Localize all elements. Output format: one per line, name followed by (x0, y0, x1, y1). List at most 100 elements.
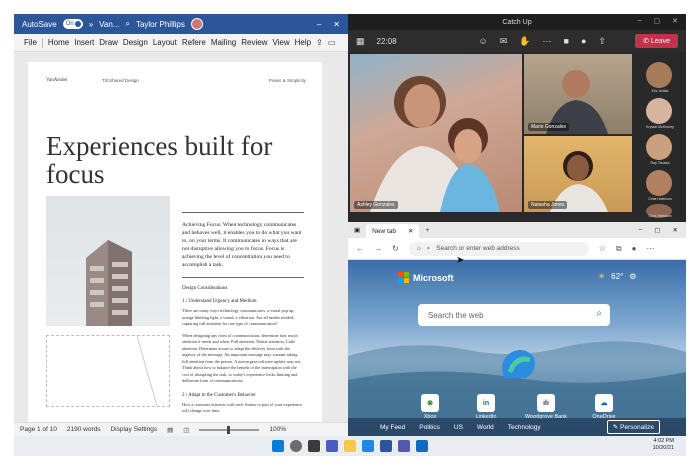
search-icon[interactable] (290, 440, 302, 452)
tab-file[interactable]: File (24, 38, 37, 47)
tab-view[interactable]: View (272, 38, 289, 47)
minimize-icon[interactable]: – (639, 226, 643, 234)
participant-name: Ray Tanaka (650, 161, 670, 165)
participant-name: Cora Harbison (648, 214, 672, 218)
minimize-icon[interactable]: – (317, 20, 321, 29)
search-icon[interactable]: ⌕ (125, 19, 129, 29)
close-icon[interactable]: ✕ (408, 227, 413, 235)
document-page[interactable]: VanArsdel Tilt Shared Design Power & Sim… (28, 62, 322, 422)
word-title-bar: AutoSave On » Van... ⌕ Taylor Phillips –… (14, 14, 348, 34)
teams-icon[interactable] (398, 440, 410, 452)
comments-icon[interactable]: ▭ (328, 38, 336, 47)
feed-tab[interactable]: World (477, 424, 494, 431)
feed-tab[interactable]: Technology (508, 424, 541, 431)
grid-icon[interactable]: ▦ (356, 36, 365, 47)
favorites-icon[interactable]: ☆ (599, 244, 606, 253)
display-settings-button[interactable]: Display Settings (110, 426, 157, 433)
avatar[interactable] (646, 134, 672, 160)
zoom-slider[interactable] (199, 425, 260, 434)
participant-name: Ashley Gonzales (354, 201, 398, 209)
video-tile[interactable]: Natasha Jones (524, 136, 632, 212)
maximize-icon[interactable]: ▢ (654, 226, 660, 234)
zoom-level[interactable]: 100% (269, 426, 286, 433)
refresh-icon[interactable]: ↻ (392, 244, 399, 253)
video-tile[interactable]: Ashley Gonzales (350, 54, 522, 212)
share-screen-icon[interactable]: ⇧ (598, 36, 606, 47)
maximize-icon[interactable]: ▢ (654, 17, 661, 25)
participant-sidebar: Eric Ishida Krystal McKinney Ray Tanaka … (636, 58, 684, 220)
back-icon[interactable]: ← (356, 244, 364, 253)
profile-icon[interactable]: ● (632, 244, 637, 253)
chat-icon[interactable]: ✉ (500, 36, 508, 47)
search-placeholder: Search the web (428, 310, 484, 320)
more-icon[interactable]: ⋯ (543, 36, 552, 47)
more-icon[interactable]: » (89, 20, 93, 29)
feed-tab[interactable]: My Feed (380, 424, 405, 431)
edge-icon[interactable] (362, 440, 374, 452)
add-tab-icon[interactable]: + (425, 227, 429, 234)
start-icon[interactable] (272, 440, 284, 452)
avatar[interactable] (190, 18, 203, 30)
outlook-icon[interactable] (416, 440, 428, 452)
quick-link[interactable]: ⊗ Xbox (410, 394, 450, 420)
document-canvas[interactable]: VanArsdel Tilt Shared Design Power & Sim… (14, 52, 348, 422)
avatar[interactable] (646, 62, 672, 88)
tab-review[interactable]: Review (241, 38, 267, 47)
tab-layout[interactable]: Layout (153, 38, 177, 47)
tab-help[interactable]: Help (295, 38, 311, 47)
camera-icon[interactable]: ■ (564, 36, 569, 46)
tab-references[interactable]: Refere (182, 38, 206, 47)
read-mode-icon[interactable]: ▤ (167, 426, 173, 434)
system-tray[interactable]: 4:02 PM 10/20/21 (653, 438, 674, 452)
word-count[interactable]: 2190 words (67, 426, 101, 433)
tab-new-tab[interactable]: New tab ✕ (366, 224, 420, 238)
video-tile[interactable]: Mario Gonzales (524, 54, 632, 134)
feed-tab[interactable]: Politics (419, 424, 440, 431)
word-icon[interactable] (380, 440, 392, 452)
collections-icon[interactable]: ⧉ (616, 244, 622, 254)
section-heading: 1 / Understand Urgency and Medium (182, 299, 257, 304)
search-icon[interactable]: ⌕ (596, 308, 602, 319)
personalize-button[interactable]: ✎ Personalize (606, 420, 660, 434)
forward-icon[interactable]: → (374, 244, 382, 253)
widgets-icon[interactable] (326, 440, 338, 452)
weather-widget[interactable]: ☀ 62° ⚙ (598, 272, 636, 281)
settings-icon[interactable]: ⚙ (629, 272, 636, 281)
page-count[interactable]: Page 1 of 10 (20, 426, 57, 433)
tab-draw[interactable]: Draw (99, 38, 118, 47)
feed-tab[interactable]: US (454, 424, 463, 431)
share-icon[interactable]: ⇪ (316, 38, 323, 47)
mic-icon[interactable]: ● (581, 36, 586, 46)
close-icon[interactable]: ✕ (673, 226, 678, 234)
doc-name[interactable]: Van... (99, 20, 119, 29)
leave-button[interactable]: ✆ Leave (635, 34, 678, 48)
autosave-toggle[interactable]: On (62, 19, 83, 29)
tab-home[interactable]: Home (48, 38, 69, 47)
address-placeholder: Search or enter web address (436, 245, 520, 252)
close-icon[interactable]: ✕ (672, 17, 678, 25)
meeting-title: Catch Up – ▢ ✕ (348, 14, 686, 30)
tab-insert[interactable]: Insert (74, 38, 94, 47)
raise-hand-icon[interactable]: ✋ (519, 36, 530, 47)
user-name[interactable]: Taylor Phillips (136, 20, 185, 29)
avatar[interactable] (646, 98, 672, 124)
address-bar[interactable]: ⌂ ⌕ Search or enter web address (408, 241, 589, 256)
quick-link[interactable]: ☁ OneDrive (584, 394, 624, 420)
participants-icon[interactable]: ☺ (479, 36, 488, 46)
search-box[interactable]: Search the web ⌕ (418, 304, 610, 326)
focus-icon[interactable]: ◫ (183, 426, 189, 434)
quick-link[interactable]: ılı Woodgrove Bank (522, 394, 570, 420)
avatar[interactable] (646, 170, 672, 196)
task-view-icon[interactable] (308, 440, 320, 452)
tab-mailings[interactable]: Mailing (211, 38, 236, 47)
tab-actions-icon[interactable]: ▣ (354, 226, 360, 234)
tab-design[interactable]: Design (123, 38, 148, 47)
close-icon[interactable]: ✕ (333, 20, 340, 29)
minimize-icon[interactable]: – (638, 17, 642, 25)
meeting-toolbar: ▦ 22:08 ☺ ✉ ✋ ⋯ ■ ● ⇧ ✆ Leave (348, 30, 686, 52)
more-icon[interactable]: ⋯ (646, 244, 654, 253)
onedrive-icon: ☁ (595, 394, 613, 412)
file-explorer-icon[interactable] (344, 440, 356, 452)
microsoft-logo[interactable]: Microsoft (398, 272, 454, 283)
quick-link[interactable]: in LinkedIn (466, 394, 506, 420)
